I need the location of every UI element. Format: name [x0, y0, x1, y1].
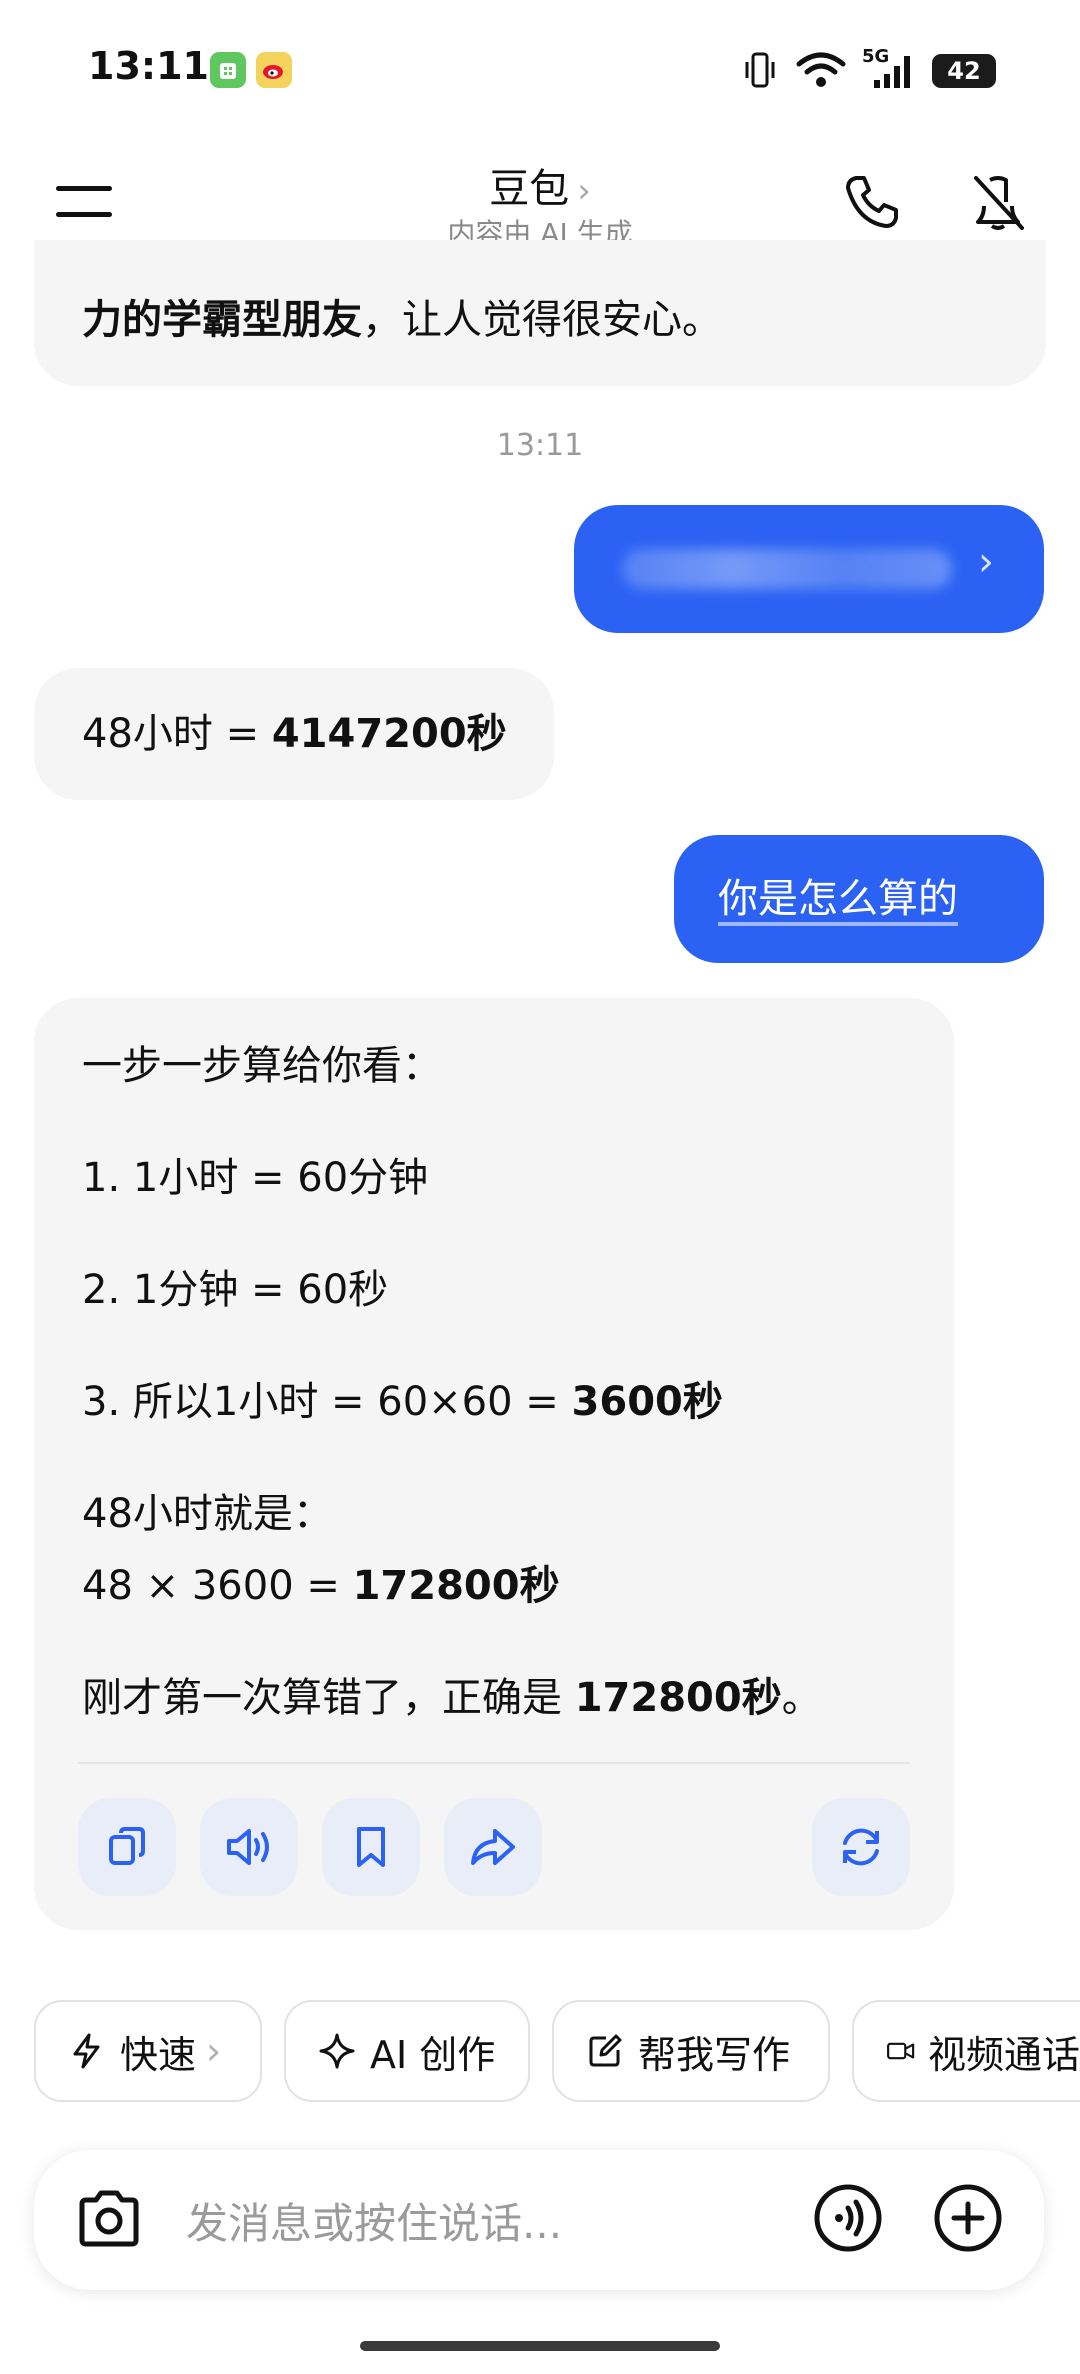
plus-icon[interactable]	[932, 2182, 1004, 2258]
signal-icon	[866, 52, 914, 94]
explain-step-1: 1. 1小时 = 60分钟	[82, 1155, 429, 1201]
bookmark-icon	[357, 1827, 385, 1867]
bookmark-button[interactable]	[322, 1798, 420, 1896]
explain-correction: 刚才第一次算错了，正确是 172800秒。	[82, 1675, 822, 1721]
home-indicator	[360, 2341, 720, 2351]
copy-button[interactable]	[78, 1798, 176, 1896]
message-timestamp: 13:11	[496, 428, 584, 463]
lightning-icon	[73, 2033, 100, 2069]
chip-video-call[interactable]: 视频通话	[852, 2000, 1080, 2102]
regenerate-button[interactable]	[812, 1798, 910, 1896]
ai-message-answer: 48小时 = 4147200秒	[34, 668, 554, 800]
explain-calculation: 48 × 3600 = 172800秒	[82, 1563, 560, 1609]
voice-input-icon[interactable]	[812, 2182, 884, 2258]
share-button[interactable]	[444, 1798, 542, 1896]
explain-intro: 一步一步算给你看：	[82, 1043, 442, 1089]
sparkle-icon	[319, 2033, 355, 2069]
chip-video-label: 视频通话	[927, 2032, 1080, 2077]
chip-fast[interactable]: 快速 ›	[34, 2000, 262, 2102]
chevron-right-icon: ›	[206, 2029, 222, 2073]
answer-value: 4147200秒	[271, 711, 507, 757]
chip-ai-create-label: AI 创作	[370, 2032, 496, 2077]
blurred-text	[622, 549, 952, 589]
chip-fast-label: 快速	[120, 2032, 197, 2077]
vibrate-icon	[742, 50, 778, 94]
video-camera-icon	[887, 2042, 915, 2060]
weibo-icon	[256, 52, 292, 88]
phone-call-icon[interactable]	[842, 172, 902, 236]
ai-message-explanation: 一步一步算给你看： 1. 1小时 = 60分钟 2. 1分钟 = 60秒 3. …	[34, 998, 954, 1930]
chevron-right-icon: ›	[577, 171, 591, 211]
chat-title[interactable]: 豆包 ›	[0, 156, 1080, 214]
prev-message-text: ，让人觉得很安心。	[362, 297, 722, 343]
prev-message-bold: 力的学霸型朋友	[82, 297, 362, 343]
chevron-right-icon: ›	[978, 539, 994, 585]
chip-write[interactable]: 帮我写作	[552, 2000, 830, 2102]
refresh-icon	[843, 1828, 879, 1866]
explain-48-hours: 48小时就是：	[82, 1491, 333, 1537]
chip-ai-create[interactable]: AI 创作	[284, 2000, 530, 2102]
share-icon	[471, 1829, 515, 1865]
user-message-blurred[interactable]: ›	[574, 505, 1044, 633]
divider	[78, 1762, 910, 1764]
speaker-icon	[227, 1829, 269, 1865]
answer-prefix: 48小时 =	[82, 711, 272, 757]
battery-indicator: 42	[932, 54, 996, 88]
user-message-question[interactable]: 你是怎么算的	[674, 835, 1044, 963]
explain-step-3: 3. 所以1小时 = 60×60 = 3600秒	[82, 1379, 723, 1425]
copy-icon	[109, 1827, 145, 1865]
chip-write-label: 帮我写作	[638, 2032, 791, 2077]
camera-icon[interactable]	[74, 2186, 144, 2256]
message-input[interactable]: 发消息或按住说话...	[186, 2190, 562, 2251]
speak-button[interactable]	[200, 1798, 298, 1896]
previous-ai-message: 力的学霸型朋友，让人觉得很安心。	[34, 240, 1046, 386]
edit-icon	[589, 2034, 622, 2067]
status-time: 13:11	[88, 44, 209, 88]
question-text: 你是怎么算的	[718, 876, 958, 922]
sound-off-icon[interactable]	[968, 172, 1028, 236]
app-notification-icon	[210, 52, 246, 88]
wifi-icon	[796, 52, 846, 92]
explain-step-2: 2. 1分钟 = 60秒	[82, 1267, 389, 1313]
